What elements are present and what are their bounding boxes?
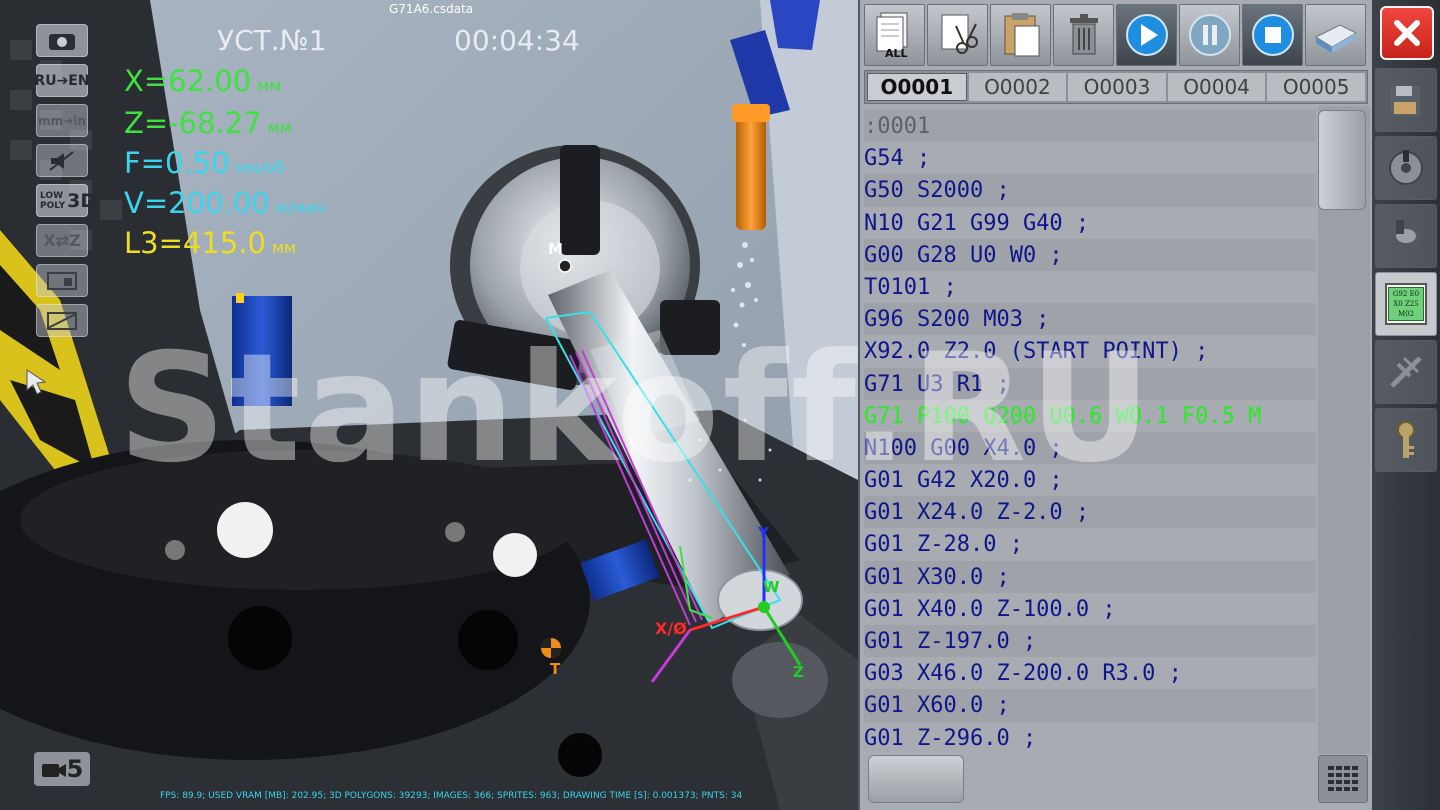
video-camera-icon <box>41 764 66 777</box>
readout-speed: V=200.00 м/мин <box>124 186 326 220</box>
key-icon <box>1397 421 1415 458</box>
readout-feed: F=0.50 мм/об <box>124 146 285 180</box>
cursor-icon <box>25 368 49 400</box>
key-button[interactable] <box>1375 408 1437 472</box>
select-all-button[interactable]: ALL <box>864 4 925 66</box>
low-poly-toggle-button[interactable]: LOW POLY 3D <box>36 184 96 217</box>
caliper-icon <box>1390 356 1422 388</box>
paste-button[interactable] <box>990 4 1051 66</box>
code-line[interactable]: N10 G21 G99 G40 ; <box>864 207 1316 239</box>
tab-o0001[interactable]: O0001 <box>867 73 967 101</box>
editor-toolbar: ALL <box>864 4 1372 66</box>
tool-holder-icon <box>1390 220 1422 250</box>
program-icon-line: M02 <box>1397 310 1415 318</box>
clipboard-icon <box>1004 13 1039 57</box>
select-all-label: ALL <box>885 47 908 60</box>
timer: 00:04:34 <box>454 24 580 57</box>
cut-icon <box>941 14 978 54</box>
axis-x-label: X/Ø <box>655 619 687 638</box>
keypad-button[interactable] <box>1318 755 1368 803</box>
readout-l3: L3=415.0 мм <box>124 226 297 260</box>
tab-o0003[interactable]: O0003 <box>1068 73 1166 101</box>
chuck-setup-button[interactable] <box>1375 136 1437 200</box>
code-line[interactable]: G50 S2000 ; <box>864 174 1316 207</box>
view-option-button[interactable] <box>36 304 88 337</box>
code-line[interactable]: G01 Z-28.0 ; <box>864 528 1316 560</box>
watermark: Stankoff.RU <box>118 322 1155 496</box>
play-button[interactable] <box>1116 4 1177 66</box>
vertical-scroll-thumb[interactable] <box>1318 110 1366 210</box>
3d-text: 3D <box>67 189 97 212</box>
close-icon <box>1394 20 1420 46</box>
low-poly-text: LOW POLY <box>40 190 66 211</box>
code-line[interactable]: G54 ; <box>864 142 1316 174</box>
program-view-button[interactable]: G92 E0 X0 Z25 M02 <box>1375 272 1437 336</box>
pause-button[interactable] <box>1179 4 1240 66</box>
play-icon <box>1125 14 1168 56</box>
readout-x: X=62.00 мм <box>124 64 282 98</box>
code-line[interactable]: G03 X46.0 Z-200.0 R3.0 ; <box>864 657 1316 689</box>
trash-icon <box>1069 14 1098 55</box>
axis-z-label: Z <box>793 663 804 681</box>
camera-view-number: 5 <box>66 755 84 783</box>
tab-o0002[interactable]: O0002 <box>968 73 1067 101</box>
program-icon-line: X0 Z25 <box>1393 300 1419 308</box>
performance-stats: FPS: 89.9; USED VRAM [MB]: 202.95; 3D PO… <box>160 791 743 801</box>
cut-button[interactable] <box>927 4 988 66</box>
workpiece-zero-label: W <box>763 578 780 596</box>
language-toggle-button[interactable]: RU➔EN <box>34 64 90 97</box>
setup-label: УСТ.№1 <box>217 24 327 57</box>
code-line[interactable]: :0001 <box>864 110 1316 143</box>
sound-toggle-button[interactable] <box>36 144 88 177</box>
code-line[interactable]: G01 X60.0 ; <box>864 689 1316 722</box>
horizontal-scroll-thumb[interactable] <box>868 755 964 803</box>
right-sidebar: G92 E0 X0 Z25 M02 <box>1372 0 1440 810</box>
code-line[interactable]: G01 X40.0 Z-100.0 ; <box>864 593 1316 625</box>
tool-setup-button[interactable] <box>1375 204 1437 268</box>
measure-button[interactable] <box>1375 340 1437 404</box>
code-line[interactable]: T0101 ; <box>864 271 1316 303</box>
readout-z: Z=-68.27 мм <box>124 106 292 140</box>
screen-icon <box>47 271 77 290</box>
axis-swap-button[interactable]: X⇄Z <box>36 224 88 257</box>
code-line[interactable]: G01 X30.0 ; <box>864 560 1316 593</box>
grid-icon <box>47 311 77 330</box>
close-button[interactable] <box>1380 6 1434 60</box>
chuck-icon <box>1389 150 1423 185</box>
keypad-icon <box>1328 766 1358 791</box>
save-program-button[interactable] <box>1375 68 1437 132</box>
stop-icon <box>1251 14 1294 56</box>
delete-button[interactable] <box>1053 4 1114 66</box>
tab-o0004[interactable]: O0004 <box>1167 73 1266 101</box>
code-line[interactable]: G01 Z-296.0 ; <box>864 722 1316 754</box>
mute-icon <box>49 150 74 171</box>
program-tabs: O0001 O0002 O0003 O0004 O0005 <box>864 70 1368 104</box>
code-line[interactable]: G01 X24.0 Z-2.0 ; <box>864 496 1316 529</box>
camera-snapshot-button[interactable] <box>36 24 88 57</box>
camera-view-button[interactable]: 5 <box>34 752 90 786</box>
book-icon <box>1314 24 1357 53</box>
view-mode-button[interactable] <box>36 264 88 297</box>
camera-icon <box>49 33 75 50</box>
pause-icon <box>1188 14 1231 56</box>
file-title: G71A6.csdata <box>389 2 474 16</box>
units-toggle-button[interactable]: mm➔in <box>36 104 88 137</box>
tool-point-label: T <box>550 660 561 678</box>
code-line[interactable]: G00 G28 U0 W0 ; <box>864 238 1316 271</box>
book-button[interactable] <box>1305 4 1366 66</box>
floppy-disk-icon <box>1390 86 1420 116</box>
code-line[interactable]: G01 Z-197.0 ; <box>864 625 1316 658</box>
tab-o0005[interactable]: O0005 <box>1267 73 1365 101</box>
stop-button[interactable] <box>1242 4 1303 66</box>
axis-y-label: Y <box>758 524 769 542</box>
program-icon: G92 E0 X0 Z25 M02 <box>1385 283 1427 325</box>
machine-zero-label: M <box>548 240 563 258</box>
program-icon-line: G92 E0 <box>1392 290 1420 298</box>
